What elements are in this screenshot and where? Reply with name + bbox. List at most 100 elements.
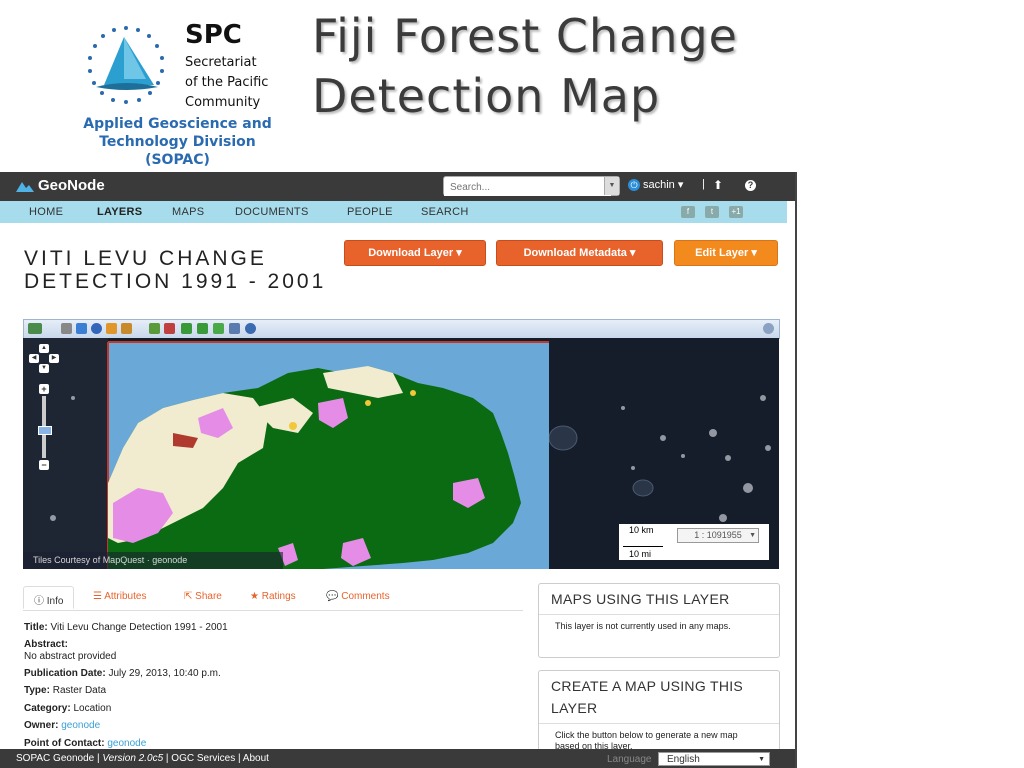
info-tab-icon: ⓘ — [34, 596, 44, 607]
info-type-label: Type: — [24, 685, 50, 696]
zoom-in-box-icon[interactable] — [149, 323, 160, 334]
create-map-title: CREATE A MAP USING THIS LAYER — [539, 671, 779, 724]
maps-using-layer-body: This layer is not currently used in any … — [555, 621, 731, 631]
info-pubdate: Publication Date: July 29, 2013, 10:40 p… — [24, 668, 221, 679]
back-icon[interactable] — [181, 323, 192, 334]
info-pubdate-label: Publication Date: — [24, 668, 106, 679]
tab-ratings-label: Ratings — [261, 591, 296, 602]
slide-title: Fiji Forest Change Detection Map — [312, 9, 738, 123]
language-label: Language — [607, 754, 652, 765]
user-menu[interactable]: ⏻ sachin ▾ — [628, 178, 683, 191]
list-icon: ☰ — [93, 591, 102, 602]
pan-down-icon[interactable]: ▼ — [39, 364, 49, 373]
info-poc: Point of Contact: geonode — [24, 738, 146, 749]
query-icon[interactable] — [106, 323, 117, 334]
globe-icon[interactable] — [245, 323, 256, 334]
layers-icon[interactable] — [28, 323, 42, 334]
toolbar-separator: | — [702, 178, 705, 190]
search-dropdown-icon[interactable]: ▼ — [604, 177, 619, 195]
nav-search[interactable]: SEARCH — [421, 206, 469, 218]
scale-ratio: 1 : 1091955 — [694, 530, 742, 540]
info-icon[interactable] — [91, 323, 102, 334]
pan-left-icon[interactable]: ◀ — [29, 354, 39, 363]
info-abstract-label: Abstract: — [24, 639, 68, 650]
tab-comments[interactable]: 💬 Comments — [326, 591, 390, 602]
owner-link[interactable]: geonode — [61, 720, 100, 731]
info-title: Title: Viti Levu Change Detection 1991 -… — [24, 622, 228, 633]
info-poc-label: Point of Contact: — [24, 738, 105, 749]
slide-header: SPC Secretariat of the Pacific Community… — [0, 0, 1024, 172]
search-input[interactable] — [444, 179, 611, 196]
download-metadata-button[interactable]: Download Metadata ▾ — [496, 240, 663, 266]
print-icon[interactable] — [61, 323, 72, 334]
footer-links[interactable]: | OGC Services | About — [163, 753, 269, 764]
forward-icon[interactable] — [197, 323, 208, 334]
scale-select-caret-icon: ▼ — [749, 532, 756, 539]
twitter-icon[interactable]: t — [705, 206, 719, 218]
nav-documents[interactable]: DOCUMENTS — [235, 206, 309, 218]
download-layer-button[interactable]: Download Layer ▾ — [344, 240, 486, 266]
max-extent-icon[interactable] — [213, 323, 224, 334]
geonode-icon — [16, 182, 34, 193]
info-abstract-value: No abstract provided — [24, 651, 117, 662]
nav-people[interactable]: PEOPLE — [347, 206, 393, 218]
division-name: Applied Geoscience and Technology Divisi… — [83, 116, 272, 168]
org-line-1: Secretariat — [185, 55, 257, 70]
top-bar: GeoNode ▼ ⏻sachin ▾ | ⬆ ? — [0, 172, 795, 201]
scale-bar: 10 km 10 mi 1 : 1091955 ▼ — [619, 524, 769, 560]
tab-info[interactable]: ⓘ Info — [23, 586, 75, 609]
maps-using-layer-panel: MAPS USING THIS LAYER This layer is not … — [538, 583, 780, 658]
chevron-down-icon: ▼ — [758, 756, 765, 763]
info-abstract: Abstract: — [24, 639, 68, 650]
footer-site: SOPAC Geonode | — [16, 753, 103, 764]
language-select[interactable]: English ▼ — [658, 752, 770, 766]
pan-right-icon[interactable]: ▶ — [49, 354, 59, 363]
language-value: English — [667, 754, 700, 765]
table-icon[interactable] — [229, 323, 240, 334]
tab-comments-label: Comments — [341, 591, 390, 602]
pan-up-icon[interactable]: ▲ — [39, 344, 49, 353]
nav-home[interactable]: HOME — [29, 206, 63, 218]
tab-ratings[interactable]: ★ Ratings — [250, 591, 296, 602]
username: sachin — [643, 179, 675, 191]
main-nav: HOME LAYERS MAPS DOCUMENTS PEOPLE SEARCH… — [0, 201, 787, 223]
power-icon: ⏻ — [628, 179, 640, 191]
nav-layers[interactable]: LAYERS — [97, 206, 142, 218]
info-type: Type: Raster Data — [24, 685, 106, 696]
download-layer-label: Download Layer — [368, 247, 454, 259]
edit-layer-button[interactable]: Edit Layer ▾ — [674, 240, 778, 266]
nav-maps[interactable]: MAPS — [172, 206, 204, 218]
facebook-icon[interactable]: f — [681, 206, 695, 218]
layer-title: VITI LEVU CHANGE DETECTION 1991 - 2001 — [24, 247, 327, 293]
footer-text: SOPAC Geonode | Version 2.0c5 | OGC Serv… — [16, 753, 269, 764]
pan-icon[interactable] — [76, 323, 87, 334]
footer-version: Version 2.0c5 — [102, 753, 164, 764]
search-box[interactable]: ▼ — [443, 176, 620, 196]
help-icon[interactable]: ? — [745, 180, 756, 191]
info-title-value: Viti Levu Change Detection 1991 - 2001 — [50, 622, 228, 633]
zoom-slider-handle[interactable] — [38, 426, 52, 435]
measure-icon[interactable] — [121, 323, 132, 334]
tab-share[interactable]: ⇱ Share — [184, 591, 222, 602]
geonode-page: GeoNode ▼ ⏻sachin ▾ | ⬆ ? HOME LAYERS MA… — [0, 172, 797, 768]
layer-tabs: ⓘ Info ☰ Attributes ⇱ Share ★ Ratings 💬 … — [23, 586, 523, 611]
tab-attributes-label: Attributes — [104, 591, 147, 602]
comment-icon: 💬 — [326, 591, 339, 602]
map-viewer[interactable]: ▲ ◀ ▶ ▼ + − 10 km 10 mi 1 : 1091955 ▼ Til… — [23, 338, 779, 569]
info-category: Category: Location — [24, 703, 111, 714]
map-help-icon[interactable] — [763, 323, 774, 334]
geonode-logo[interactable]: GeoNode — [16, 177, 105, 194]
edit-layer-label: Edit Layer — [695, 247, 749, 259]
poc-link[interactable]: geonode — [107, 738, 146, 749]
zoom-out-box-icon[interactable] — [164, 323, 175, 334]
footer: SOPAC Geonode | Version 2.0c5 | OGC Serv… — [0, 749, 795, 768]
info-title-label: Title: — [24, 622, 48, 633]
tab-attributes[interactable]: ☰ Attributes — [93, 591, 146, 602]
maps-using-layer-title: MAPS USING THIS LAYER — [539, 584, 779, 615]
google-plus-icon[interactable]: +1 — [729, 206, 743, 218]
map-toolbar — [23, 319, 780, 339]
zoom-in-icon[interactable]: + — [39, 384, 49, 394]
upload-icon[interactable]: ⬆ — [713, 178, 723, 192]
zoom-out-icon[interactable]: − — [39, 460, 49, 470]
scale-select[interactable]: 1 : 1091955 ▼ — [677, 528, 759, 543]
